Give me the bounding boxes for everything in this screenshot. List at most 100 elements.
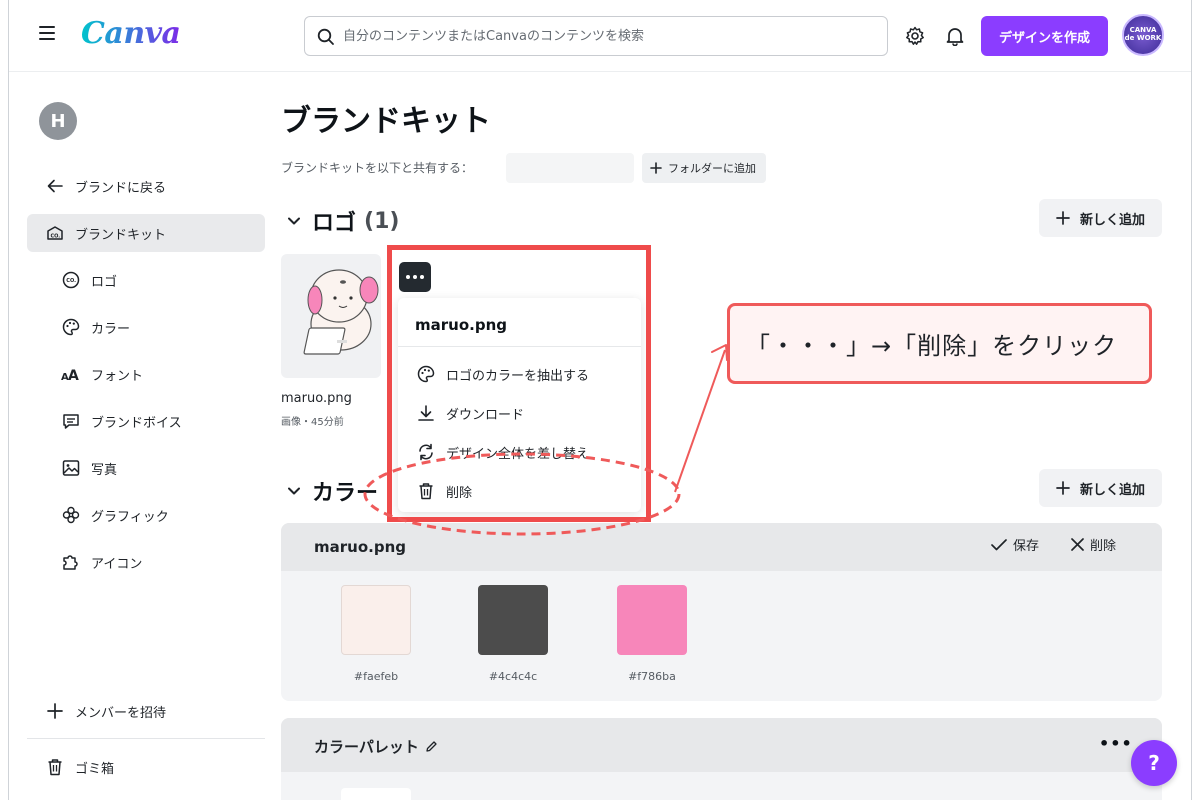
sidebar-item-colors[interactable]: カラー <box>27 308 265 346</box>
add-to-folder-button[interactable]: フォルダーに追加 <box>642 153 766 183</box>
svg-text:A: A <box>68 368 79 382</box>
page-title: ブランドキット <box>281 104 491 139</box>
graphic-icon <box>61 505 81 525</box>
sidebar-item-label: グラフィック <box>91 509 169 525</box>
extract-colors-menu-item[interactable]: ロゴのカラーを抽出する <box>406 358 633 390</box>
download-menu-item[interactable]: ダウンロード <box>406 397 633 429</box>
replace-design-menu-item[interactable]: デザイン全体を差し替え <box>406 436 633 468</box>
palette-icon <box>61 317 81 337</box>
color-section-toggle[interactable]: カラー <box>288 475 378 507</box>
logo-section-title: ロゴ <box>312 211 357 236</box>
invite-label: メンバーを招待 <box>75 705 167 721</box>
replace-icon <box>416 442 436 462</box>
svg-text:CO.: CO. <box>66 278 76 284</box>
message-icon <box>61 411 81 431</box>
plus-icon <box>1056 481 1070 495</box>
sidebar-item-label: ブランドキット <box>75 227 167 243</box>
sidebar-item-label: アイコン <box>91 556 143 572</box>
add-logo-button[interactable]: 新しく追加 <box>1039 199 1162 237</box>
trash-label: ゴミ箱 <box>75 761 115 777</box>
font-icon: AA <box>61 364 81 384</box>
menu-item-label: 削除 <box>446 485 473 501</box>
sidebar-item-logo[interactable]: CO. ロゴ <box>27 261 265 299</box>
annotation-arrow <box>674 349 726 493</box>
bell-icon[interactable] <box>945 26 965 46</box>
palette2-name: カラーパレット <box>314 738 419 756</box>
sidebar-item-icons[interactable]: アイコン <box>27 543 265 581</box>
create-design-button[interactable]: デザインを作成 <box>981 16 1108 56</box>
arrow-head-icon <box>711 344 728 361</box>
menu-item-label: デザイン全体を差し替え <box>446 446 590 462</box>
search-input[interactable] <box>343 25 873 47</box>
sidebar-item-graphics[interactable]: グラフィック <box>27 496 265 534</box>
sidebar-divider <box>27 738 265 739</box>
trash-icon <box>416 481 436 501</box>
swatch-label: #f786ba <box>628 670 676 683</box>
trash-link[interactable]: ゴミ箱 <box>27 748 265 786</box>
delete-palette-button[interactable]: 削除 <box>1071 535 1116 554</box>
user-avatar[interactable]: H <box>39 102 77 140</box>
search-icon <box>317 28 334 45</box>
logo-section-count: (1) <box>364 208 400 234</box>
trash-icon <box>45 757 65 777</box>
color-section-title: カラー <box>312 481 379 506</box>
brand-kit-icon: CO. <box>45 223 65 243</box>
logo-thumbnail[interactable] <box>281 254 381 378</box>
share-target-field[interactable] <box>506 153 634 183</box>
share-label: ブランドキットを以下と共有する： <box>281 161 474 175</box>
sidebar-item-label: カラー <box>91 321 131 337</box>
menu-icon[interactable] <box>39 26 55 40</box>
check-icon <box>991 538 1007 550</box>
menu-item-label: ダウンロード <box>446 407 525 423</box>
top-header: Canva デザインを作成 CANVA de WORK <box>9 0 1191 72</box>
sidebar-item-photos[interactable]: 写真 <box>27 449 265 487</box>
delete-menu-item[interactable]: 削除 <box>406 475 633 507</box>
sidebar-item-brand-kit[interactable]: CO. ブランドキット <box>27 214 265 252</box>
logo-file-name[interactable]: maruo.png <box>281 391 352 406</box>
character-illustration <box>303 269 379 355</box>
invite-members-button[interactable]: メンバーを招待 <box>27 692 265 730</box>
color-palette-panel: maruo.png 保存 削除 #faefeb #4c4c4c #f786ba <box>281 523 1162 701</box>
photo-icon <box>61 458 81 478</box>
logo-file-meta: 画像・45分前 <box>281 417 344 428</box>
sidebar-item-brand-voice[interactable]: ブランドボイス <box>27 402 265 440</box>
more-options-icon[interactable]: ••• <box>1099 734 1133 753</box>
color-swatch[interactable] <box>617 585 687 655</box>
search-bar[interactable] <box>304 16 888 56</box>
plus-icon <box>650 162 662 174</box>
palette2-title[interactable]: カラーパレット <box>314 736 438 757</box>
pencil-icon[interactable] <box>425 740 438 753</box>
close-icon <box>1071 538 1084 551</box>
logo-icon: CO. <box>61 270 81 290</box>
window-border-right <box>1191 0 1192 800</box>
back-to-brand-link[interactable]: ブランドに戻る <box>27 167 265 205</box>
menu-divider <box>398 346 641 347</box>
palette-name: maruo.png <box>314 538 406 556</box>
sidebar-item-label: フォント <box>91 368 144 384</box>
chevron-down-icon <box>288 487 300 495</box>
save-palette-button[interactable]: 保存 <box>991 535 1039 554</box>
color-swatch[interactable] <box>341 585 411 655</box>
gear-icon[interactable] <box>905 26 925 46</box>
context-menu: maruo.png ロゴのカラーを抽出する ダウンロード デザイン全体を差し替え… <box>398 298 641 512</box>
palette-icon <box>416 364 436 384</box>
plus-icon <box>45 701 65 721</box>
color-swatch[interactable] <box>341 788 411 800</box>
swatch-label: #faefeb <box>353 670 399 683</box>
account-avatar[interactable]: CANVA de WORK <box>1122 14 1164 56</box>
annotation-callout: 「・・・」→「削除」をクリック <box>727 303 1152 384</box>
app-window: Canva デザインを作成 CANVA de WORK H ブランドに戻る CO… <box>0 0 1200 800</box>
sidebar-item-fonts[interactable]: AA フォント <box>27 355 265 393</box>
logo-section-toggle[interactable]: ロゴ (1) <box>288 205 399 237</box>
sidebar-item-label: ブランドボイス <box>91 415 182 431</box>
save-label: 保存 <box>1013 539 1040 554</box>
help-button[interactable]: ? <box>1131 740 1177 786</box>
more-options-button[interactable] <box>399 262 431 292</box>
canva-logo[interactable]: Canva <box>81 16 181 51</box>
add-color-label: 新しく追加 <box>1079 482 1145 498</box>
add-color-button[interactable]: 新しく追加 <box>1039 469 1162 507</box>
palette2-header: カラーパレット ••• <box>281 718 1162 772</box>
color-swatch[interactable] <box>478 585 548 655</box>
sidebar-item-label: 写真 <box>91 462 118 478</box>
sidebar: H ブランドに戻る CO. ブランドキット CO. ロゴ カラー AA フォント… <box>9 72 271 800</box>
